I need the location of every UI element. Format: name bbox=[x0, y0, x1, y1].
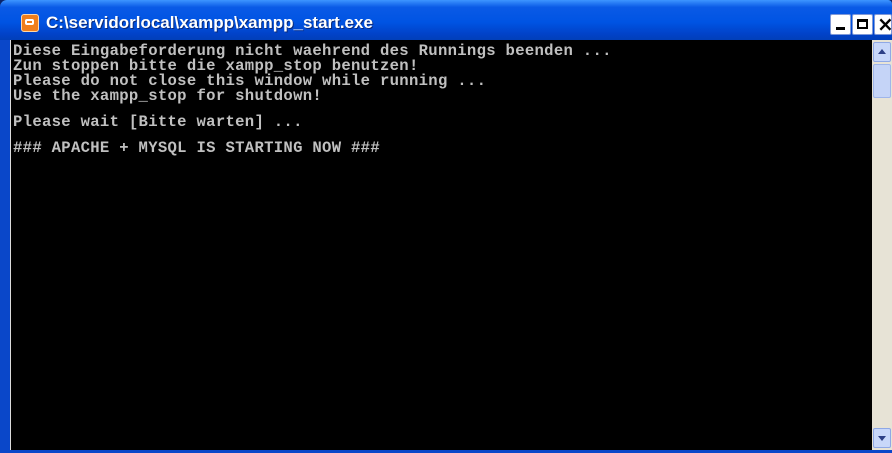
console-line: ### APACHE + MYSQL IS STARTING NOW ### bbox=[13, 139, 380, 157]
maximize-button[interactable] bbox=[852, 14, 873, 35]
xampp-app-icon[interactable] bbox=[21, 14, 39, 32]
window-border-left bbox=[0, 40, 10, 453]
window-title: C:\servidorlocal\xampp\xampp_start.exe bbox=[46, 13, 373, 32]
title-bar[interactable]: C:\servidorlocal\xampp\xampp_start.exe bbox=[0, 0, 892, 40]
minimize-button[interactable] bbox=[830, 14, 851, 35]
scroll-thumb[interactable] bbox=[873, 64, 891, 98]
close-button[interactable] bbox=[874, 12, 892, 36]
scroll-down-icon[interactable] bbox=[873, 428, 891, 448]
console-line: Use the xampp_stop for shutdown! bbox=[13, 87, 323, 105]
console-line: Please wait [Bitte warten] ... bbox=[13, 113, 303, 131]
vertical-scrollbar[interactable] bbox=[872, 40, 892, 450]
console-text: Diese Eingabeforderung nicht waehrend de… bbox=[11, 40, 872, 156]
console-window: C:\servidorlocal\xampp\xampp_start.exe D… bbox=[0, 0, 892, 453]
console-output[interactable]: Diese Eingabeforderung nicht waehrend de… bbox=[10, 40, 872, 450]
scroll-up-icon[interactable] bbox=[873, 42, 891, 62]
